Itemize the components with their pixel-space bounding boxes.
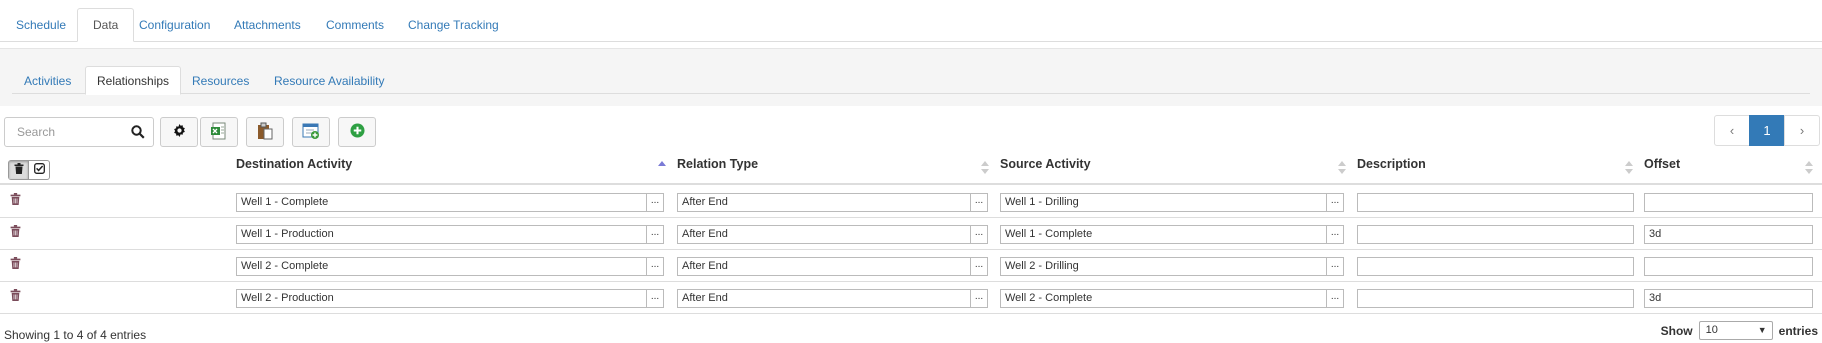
import-icon (302, 122, 320, 143)
description-field[interactable] (1357, 225, 1634, 244)
sort-icon[interactable] (1805, 161, 1813, 175)
offset-field[interactable] (1644, 193, 1813, 212)
description-field[interactable] (1357, 193, 1634, 212)
search-box (4, 117, 154, 147)
paste-button[interactable] (246, 117, 284, 147)
page-length-select[interactable]: 10 ▼ (1698, 321, 1773, 340)
relation-type-field[interactable]: After End (677, 225, 971, 244)
gear-icon (173, 124, 186, 140)
destination-picker-button[interactable]: ... (646, 193, 664, 212)
source-picker-button[interactable]: ... (1326, 289, 1344, 308)
entries-label: entries (1778, 323, 1818, 338)
relation-picker-button[interactable]: ... (970, 289, 988, 308)
page-length-control: Show 10 ▼ entries (1661, 321, 1818, 340)
excel-export-icon (210, 122, 228, 143)
tab-resource-availability[interactable]: Resource Availability (262, 66, 397, 95)
tab-relationships[interactable]: Relationships (85, 66, 182, 95)
offset-field[interactable] (1644, 257, 1813, 276)
source-picker-button[interactable]: ... (1326, 193, 1344, 212)
table-info: Showing 1 to 4 of 4 entries (4, 328, 147, 342)
import-button[interactable] (292, 117, 330, 147)
relation-picker-button[interactable]: ... (970, 225, 988, 244)
page-length-value: 10 (1705, 324, 1718, 336)
relation-picker-button[interactable]: ... (970, 257, 988, 276)
settings-button[interactable] (160, 117, 198, 147)
destination-activity-field[interactable]: Well 1 - Production (236, 225, 647, 244)
column-header-relation-type[interactable]: Relation Type (677, 157, 758, 171)
table-header: Destination Activity Relation Type Sourc… (0, 152, 1822, 185)
search-input[interactable] (5, 118, 125, 146)
export-excel-button[interactable] (200, 117, 238, 147)
offset-field[interactable]: 3d (1644, 225, 1813, 244)
dropdown-arrow-icon: ▼ (1757, 325, 1767, 335)
add-relationship-button[interactable] (338, 117, 376, 147)
tab-resources[interactable]: Resources (180, 66, 261, 95)
column-header-destination[interactable]: Destination Activity (236, 157, 352, 171)
relation-type-field[interactable]: After End (677, 257, 971, 276)
table-row: Well 2 - Production ... After End ... We… (0, 282, 1822, 314)
table-row: Well 1 - Production ... After End ... We… (0, 218, 1822, 250)
tab-attachments[interactable]: Attachments (218, 8, 317, 42)
tab-schedule[interactable]: Schedule (0, 8, 82, 42)
source-activity-field[interactable]: Well 2 - Complete (1000, 289, 1327, 308)
tab-activities[interactable]: Activities (12, 66, 83, 95)
destination-picker-button[interactable]: ... (646, 225, 664, 244)
offset-field[interactable]: 3d (1644, 289, 1813, 308)
destination-activity-field[interactable]: Well 2 - Complete (236, 257, 647, 276)
tab-configuration[interactable]: Configuration (123, 8, 226, 42)
tab-change-tracking[interactable]: Change Tracking (392, 8, 515, 42)
relation-picker-button[interactable]: ... (970, 193, 988, 212)
add-icon (349, 123, 365, 141)
sort-icon[interactable] (981, 161, 989, 175)
search-icon[interactable] (131, 125, 145, 142)
sort-icon[interactable] (1625, 161, 1633, 175)
table-row: Well 1 - Complete ... After End ... Well… (0, 186, 1822, 218)
paste-icon (256, 122, 274, 143)
pagination: ‹ 1 › (1714, 115, 1820, 146)
source-picker-button[interactable]: ... (1326, 257, 1344, 276)
sort-icon[interactable] (1338, 161, 1346, 175)
delete-row-icon[interactable] (10, 193, 21, 208)
sort-asc-icon[interactable] (658, 161, 666, 175)
tab-comments[interactable]: Comments (310, 8, 400, 42)
description-field[interactable] (1357, 257, 1634, 276)
destination-activity-field[interactable]: Well 1 - Complete (236, 193, 647, 212)
source-activity-field[interactable]: Well 2 - Drilling (1000, 257, 1327, 276)
column-header-source-activity[interactable]: Source Activity (1000, 157, 1091, 171)
destination-activity-field[interactable]: Well 2 - Production (236, 289, 647, 308)
column-header-description[interactable]: Description (1357, 157, 1426, 171)
table-row: Well 2 - Complete ... After End ... Well… (0, 250, 1822, 282)
destination-picker-button[interactable]: ... (646, 257, 664, 276)
sub-tab-bar: Activities Relationships Resources Resou… (12, 57, 1810, 95)
pagination-page[interactable]: 1 (1749, 115, 1785, 146)
relation-type-field[interactable]: After End (677, 193, 971, 212)
description-field[interactable] (1357, 289, 1634, 308)
delete-row-icon[interactable] (10, 225, 21, 240)
source-activity-field[interactable]: Well 1 - Drilling (1000, 193, 1327, 212)
main-tab-bar: Schedule Data Configuration Attachments … (0, 0, 1822, 42)
destination-picker-button[interactable]: ... (646, 289, 664, 308)
source-activity-field[interactable]: Well 1 - Complete (1000, 225, 1327, 244)
column-header-offset[interactable]: Offset (1644, 157, 1680, 171)
delete-row-icon[interactable] (10, 257, 21, 272)
pagination-prev[interactable]: ‹ (1714, 115, 1750, 146)
source-picker-button[interactable]: ... (1326, 225, 1344, 244)
relationships-panel: Activities Relationships Resources Resou… (0, 48, 1822, 106)
delete-row-icon[interactable] (10, 289, 21, 304)
show-label: Show (1660, 323, 1693, 338)
pagination-next[interactable]: › (1784, 115, 1820, 146)
relation-type-field[interactable]: After End (677, 289, 971, 308)
